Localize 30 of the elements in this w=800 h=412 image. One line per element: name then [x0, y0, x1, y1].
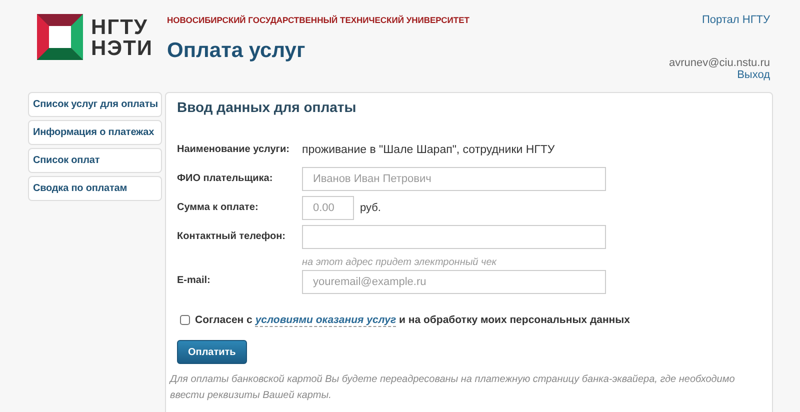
page-title: Оплата услуг [167, 39, 306, 63]
payment-note: Для оплаты банковской картой Вы будете переадресованы на платежную страницу банка-эквайера, где необходимо ввести реквизиты Вашей карты. [170, 373, 736, 403]
logout-link[interactable]: Выход [737, 69, 770, 81]
consent-text: Согласен с условиями оказания услуг и на обработку моих персональных данных [195, 314, 630, 326]
logo-text: НЭТИ [91, 38, 154, 59]
consent-checkbox[interactable] [180, 315, 190, 325]
field-label: Наименование услуги: [177, 144, 290, 155]
field-label: E-mail: [177, 275, 212, 286]
portal-link[interactable]: Портал НГТУ [702, 14, 770, 26]
input-field[interactable] [302, 224, 606, 248]
input-field[interactable]: youremail@example.ru [302, 270, 606, 294]
university-name: НОВОСИБИРСКИЙ ГОСУДАРСТВЕННЫЙ ТЕХНИЧЕСКИЙ УНИВЕРСИТЕТ [167, 15, 470, 25]
amount-field[interactable]: 0.00 [302, 196, 354, 220]
service-name: проживание в "Шале Шарап", сотрудники НГТУ [302, 144, 556, 156]
field-label: Контактный телефон: [177, 231, 286, 242]
sidebar-item[interactable]: Список услуг для оплаты [28, 92, 162, 117]
logo-text: НГТУ [91, 17, 149, 38]
input-field[interactable]: Иванов Иван Петрович [302, 166, 606, 190]
logo-icon [37, 14, 83, 60]
pay-button[interactable]: Оплатить [177, 340, 247, 364]
currency-unit: руб. [360, 202, 381, 214]
field-label: ФИО плательщика: [177, 173, 274, 184]
field-hint: на этот адрес придет электронный чек [302, 257, 498, 268]
sidebar-item[interactable]: Сводка по оплатам [28, 176, 162, 201]
form-title: Ввод данных для оплаты [177, 99, 358, 115]
field-label: Сумма к оплате: [177, 202, 260, 213]
user-email: avrunev@ciu.nstu.ru [668, 57, 770, 69]
sidebar-item[interactable]: Информация о платежах [28, 120, 162, 145]
sidebar-item[interactable]: Список оплат [28, 148, 162, 173]
terms-link[interactable]: условиями оказания услуг [255, 314, 396, 327]
